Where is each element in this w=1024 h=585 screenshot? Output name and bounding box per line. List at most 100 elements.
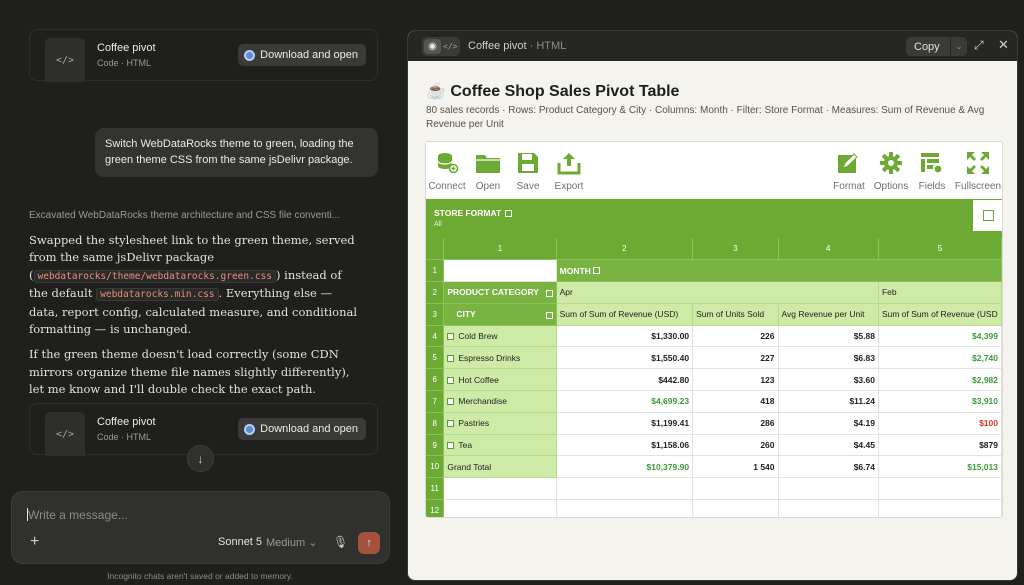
column-number-row: 1 2 3 4 5 <box>426 238 1002 261</box>
send-button[interactable]: ↑ <box>358 532 380 554</box>
code-file-icon: </> <box>45 412 85 456</box>
row-label[interactable]: Tea <box>443 434 557 457</box>
message-input[interactable]: Write a message... <box>27 508 128 522</box>
model-mode-selector[interactable]: Medium ⌄ <box>266 536 317 549</box>
expand-icon[interactable]: ⤢ <box>974 38 984 53</box>
assistant-reply: Swapped the stylesheet link to the green… <box>29 232 359 399</box>
expand-checkbox-icon[interactable] <box>447 376 455 384</box>
artifact-card-top[interactable]: </> Coffee pivot Code · HTML Download an… <box>29 29 378 82</box>
avg-cell: $4.45 <box>778 434 879 457</box>
month-apr[interactable]: Apr <box>556 281 879 304</box>
expand-checkbox-icon[interactable] <box>447 420 455 428</box>
avg-cell: $5.88 <box>778 325 879 348</box>
corner-cell <box>426 238 445 261</box>
options-label: Options <box>873 181 909 192</box>
format-label: Format <box>833 181 865 192</box>
measure-header: Sum of Units Sold <box>692 303 779 326</box>
table-row: 12 <box>426 499 1002 517</box>
column-header[interactable]: 3 <box>692 238 779 261</box>
download-and-open-button[interactable]: Download and open <box>238 418 366 440</box>
grand-total-units: 1 540 <box>692 455 779 479</box>
expand-checkbox-icon[interactable] <box>447 398 455 406</box>
thinking-summary[interactable]: Excavated WebDataRocks theme architectur… <box>29 210 340 221</box>
fields-button[interactable]: Fields <box>916 149 948 192</box>
download-label: Download and open <box>260 49 358 61</box>
message-placeholder: Write a message... <box>28 508 128 522</box>
checkbox-icon[interactable] <box>505 209 513 217</box>
grand-total-label: Grand Total <box>443 455 557 479</box>
row-label[interactable]: Espresso Drinks <box>443 346 557 370</box>
column-header[interactable]: 4 <box>778 238 879 261</box>
column-header[interactable]: 2 <box>556 238 694 261</box>
fields-toggle-button[interactable] <box>973 200 1002 231</box>
model-selector[interactable]: Sonnet 5 <box>218 536 262 548</box>
connect-button[interactable]: Connect <box>428 149 466 192</box>
row-label[interactable]: Pastries <box>443 412 557 435</box>
plus-icon[interactable]: + <box>30 533 39 551</box>
eye-icon[interactable]: ◉ <box>424 39 441 54</box>
fields-label: Fields <box>918 181 946 192</box>
row-label[interactable]: Hot Coffee <box>443 368 557 392</box>
chevron-down-icon[interactable]: ⌄ <box>950 37 967 56</box>
model-mode-label: Medium <box>266 537 306 549</box>
artifact-pane: ◉ </> Coffee pivot · HTML Copy ⌄ ⤢ ✕ ☕ Co… <box>407 30 1018 581</box>
column-header[interactable]: 5 <box>878 238 1002 261</box>
filter-bar: STORE FORMAT All <box>426 199 1002 238</box>
message-composer[interactable]: Write a message... + Sonnet 5 Medium ⌄ 🎙… <box>11 491 390 564</box>
checkbox-icon[interactable] <box>545 312 553 320</box>
store-format-filter[interactable]: STORE FORMAT <box>434 208 513 218</box>
code-icon[interactable]: </> <box>443 39 457 54</box>
row-label-text: Pastries <box>458 418 490 429</box>
preview-code-toggle[interactable]: ◉ </> <box>422 37 460 56</box>
fullscreen-label: Fullscreen <box>954 181 1002 192</box>
column-header[interactable]: 1 <box>443 238 557 261</box>
city-header[interactable]: CITY <box>443 303 557 326</box>
table-row: 1 MONTH <box>426 259 1002 283</box>
save-label: Save <box>516 181 540 192</box>
format-button[interactable]: Format <box>832 149 866 192</box>
expand-checkbox-icon[interactable] <box>447 354 455 362</box>
incognito-disclaimer: Incognito chats aren't saved or added to… <box>107 571 293 581</box>
expand-checkbox-icon[interactable] <box>447 333 455 341</box>
row-label-text: Hot Coffee <box>458 374 499 385</box>
row-label[interactable]: Cold Brew <box>443 325 557 348</box>
measure-header: Avg Revenue per Unit <box>778 303 879 326</box>
revenue-cell: $442.80 <box>556 368 694 392</box>
fullscreen-button[interactable]: Fullscreen <box>953 149 1002 192</box>
product-category-header[interactable]: PRODUCT CATEGORY <box>443 281 557 304</box>
units-cell: 123 <box>692 368 779 392</box>
checkbox-icon[interactable] <box>593 266 601 274</box>
download-and-open-button[interactable]: Download and open <box>238 44 366 66</box>
table-row: 7 Merchandise $4,699.23 418 $11.24 $3,910 <box>426 390 1002 413</box>
table-row: 11 <box>426 477 1002 501</box>
export-button[interactable]: Export <box>552 149 586 192</box>
filter-label: STORE FORMAT <box>434 208 502 218</box>
empty-cell <box>443 259 557 283</box>
app-icon <box>244 49 256 61</box>
units-cell: 227 <box>692 346 779 370</box>
row-number: 6 <box>426 368 445 392</box>
inline-code: webdatarocks.min.css <box>96 288 219 302</box>
data-rows: 4 Cold Brew $1,330.00 226 $5.88 $4,399 5 Espres… <box>426 325 1002 457</box>
row-label[interactable]: Merchandise <box>443 390 557 413</box>
scroll-down-button[interactable]: ↓ <box>187 445 214 472</box>
filter-value: All <box>434 221 442 228</box>
row-label-text: Merchandise <box>458 396 508 407</box>
empty-cell <box>556 499 694 517</box>
microphone-icon[interactable]: 🎙 <box>333 535 348 549</box>
copy-button[interactable]: Copy ⌄ <box>906 37 967 56</box>
empty-cell <box>878 499 1002 517</box>
checkbox-icon[interactable] <box>545 290 553 298</box>
empty-cell <box>443 499 557 517</box>
options-button[interactable]: Options <box>872 149 910 192</box>
city-label: CITY <box>456 309 476 320</box>
open-button[interactable]: Open <box>472 149 504 192</box>
month-header[interactable]: MONTH <box>556 259 1002 283</box>
table-row: 2 PRODUCT CATEGORY Apr Feb <box>426 281 1002 304</box>
expand-checkbox-icon[interactable] <box>447 442 455 450</box>
month-label: MONTH <box>559 265 591 276</box>
database-icon <box>433 149 461 177</box>
month-feb[interactable]: Feb <box>878 281 1002 304</box>
save-button[interactable]: Save <box>514 149 542 192</box>
close-icon[interactable]: ✕ <box>998 37 1009 53</box>
